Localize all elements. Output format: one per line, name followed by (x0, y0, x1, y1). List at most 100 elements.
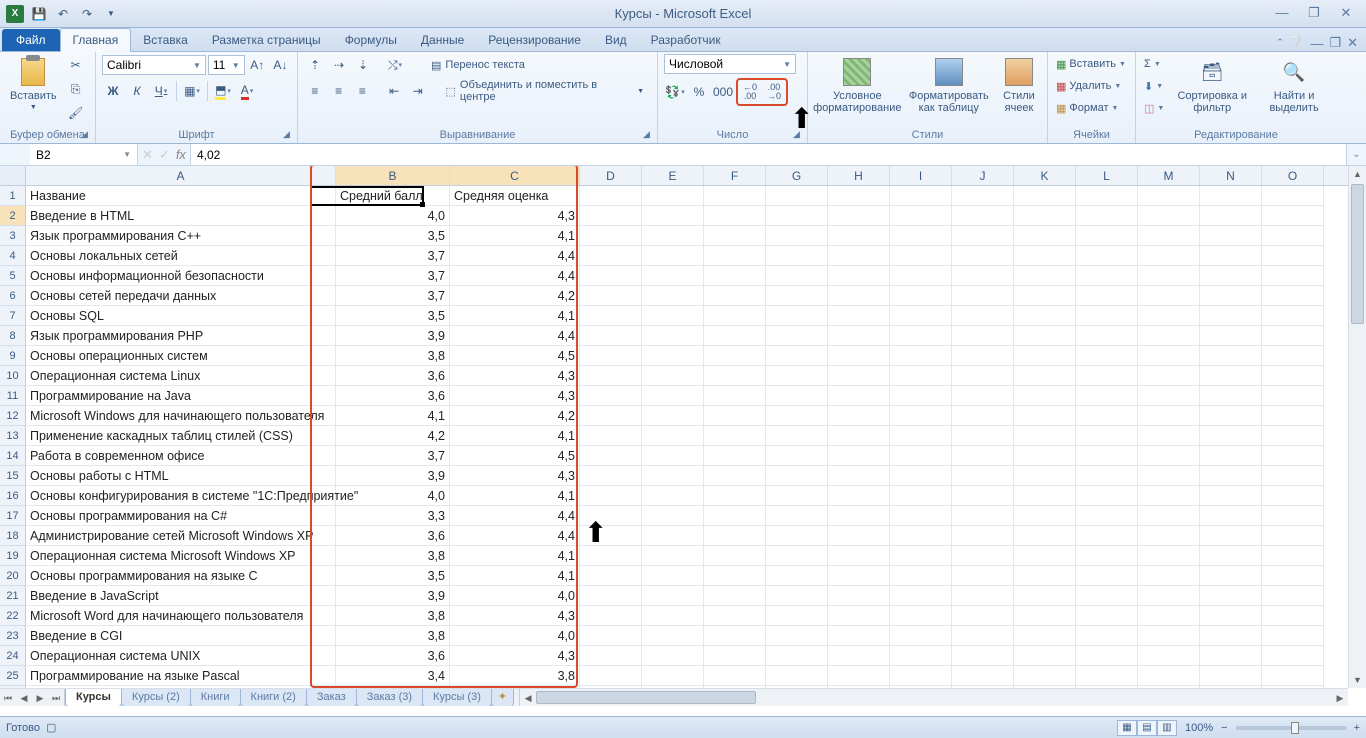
cell[interactable] (828, 326, 890, 346)
cell[interactable] (766, 306, 828, 326)
cell[interactable] (704, 286, 766, 306)
align-right-icon[interactable]: ≡ (351, 80, 373, 102)
cell[interactable] (642, 646, 704, 666)
cell[interactable] (1014, 626, 1076, 646)
cell[interactable] (828, 626, 890, 646)
zoom-out-icon[interactable]: − (1221, 722, 1227, 734)
column-headers[interactable]: ABCDEFGHIJKLMNO (26, 166, 1348, 186)
cell[interactable]: Основы операционных систем (26, 346, 336, 366)
cell[interactable] (890, 586, 952, 606)
cell[interactable]: 4,4 (450, 266, 580, 286)
row-header-20[interactable]: 20 (0, 566, 25, 586)
clear-button[interactable]: ◫▼ (1142, 98, 1166, 118)
cell[interactable] (1200, 186, 1262, 206)
cell[interactable]: 3,6 (336, 366, 450, 386)
cell[interactable]: Операционная система Linux (26, 366, 336, 386)
column-header-C[interactable]: C (450, 166, 580, 185)
cell[interactable] (766, 646, 828, 666)
cell[interactable] (766, 406, 828, 426)
scroll-up-icon[interactable]: ▲ (1349, 166, 1366, 182)
cell[interactable] (952, 606, 1014, 626)
cell[interactable] (828, 466, 890, 486)
tab-review[interactable]: Рецензирование (476, 29, 593, 51)
cell[interactable]: 3,4 (336, 666, 450, 686)
insert-cells-button[interactable]: ▦Вставить▼ (1054, 54, 1128, 74)
cell[interactable] (1014, 566, 1076, 586)
cell[interactable] (890, 286, 952, 306)
cell[interactable] (1138, 586, 1200, 606)
cell[interactable] (1076, 646, 1138, 666)
hscroll-thumb[interactable] (536, 691, 756, 704)
row-header-5[interactable]: 5 (0, 266, 25, 286)
cell[interactable] (704, 526, 766, 546)
cell[interactable] (1200, 386, 1262, 406)
cell[interactable] (1138, 286, 1200, 306)
column-header-F[interactable]: F (704, 166, 766, 185)
table-row[interactable]: Операционная система Linux3,64,3 (26, 366, 1348, 386)
cell[interactable]: 3,5 (336, 306, 450, 326)
cell[interactable] (704, 206, 766, 226)
cell[interactable] (1200, 566, 1262, 586)
cell[interactable] (1076, 406, 1138, 426)
cell[interactable] (580, 286, 642, 306)
cell[interactable] (1262, 246, 1324, 266)
column-header-G[interactable]: G (766, 166, 828, 185)
cell[interactable] (1262, 606, 1324, 626)
row-header-8[interactable]: 8 (0, 326, 25, 346)
worksheet-grid[interactable]: ABCDEFGHIJKLMNO 123456789101112131415161… (0, 166, 1366, 706)
cell[interactable] (1262, 546, 1324, 566)
cell[interactable] (1200, 486, 1262, 506)
cell[interactable]: Введение в CGI (26, 626, 336, 646)
copy-icon[interactable]: ⎘ (65, 78, 87, 100)
tab-insert[interactable]: Вставка (131, 29, 200, 51)
cell[interactable] (766, 346, 828, 366)
row-header-24[interactable]: 24 (0, 646, 25, 666)
cancel-formula-icon[interactable]: ✕ (142, 147, 153, 163)
expand-formula-bar-icon[interactable]: ⌄ (1346, 144, 1366, 165)
cell[interactable] (890, 246, 952, 266)
cell[interactable] (580, 666, 642, 686)
cell[interactable] (766, 426, 828, 446)
cell[interactable] (1138, 306, 1200, 326)
cell[interactable] (580, 626, 642, 646)
scroll-left-icon[interactable]: ◀ (520, 689, 536, 706)
percent-icon[interactable]: % (688, 81, 710, 103)
cell[interactable]: 4,5 (450, 446, 580, 466)
cell[interactable] (704, 646, 766, 666)
cell[interactable]: Основы локальных сетей (26, 246, 336, 266)
cell[interactable] (890, 186, 952, 206)
cell[interactable] (890, 266, 952, 286)
cell[interactable]: 4,3 (450, 606, 580, 626)
cell[interactable] (1076, 666, 1138, 686)
cell[interactable] (828, 446, 890, 466)
cell[interactable] (642, 586, 704, 606)
cell[interactable] (1200, 626, 1262, 646)
cell[interactable] (1200, 506, 1262, 526)
cell[interactable]: 3,3 (336, 506, 450, 526)
number-launcher-icon[interactable]: ◢ (793, 129, 805, 141)
row-header-12[interactable]: 12 (0, 406, 25, 426)
accounting-format-icon[interactable]: 💱 (664, 81, 686, 103)
cell[interactable] (1262, 346, 1324, 366)
cell[interactable] (890, 486, 952, 506)
cell[interactable] (580, 366, 642, 386)
cell[interactable] (890, 546, 952, 566)
cell[interactable]: 3,9 (336, 326, 450, 346)
cell[interactable] (1014, 206, 1076, 226)
cell[interactable] (890, 466, 952, 486)
tab-data[interactable]: Данные (409, 29, 476, 51)
cell[interactable] (1076, 246, 1138, 266)
cell[interactable]: 3,7 (336, 286, 450, 306)
cell[interactable] (890, 366, 952, 386)
cell[interactable] (1076, 186, 1138, 206)
cell[interactable] (766, 526, 828, 546)
cell[interactable] (1014, 446, 1076, 466)
tab-formulas[interactable]: Формулы (333, 29, 409, 51)
cell[interactable] (642, 266, 704, 286)
cell[interactable] (1262, 366, 1324, 386)
cell[interactable] (952, 406, 1014, 426)
row-header-16[interactable]: 16 (0, 486, 25, 506)
zoom-slider[interactable] (1236, 726, 1346, 730)
cell[interactable] (580, 266, 642, 286)
cell[interactable] (1200, 586, 1262, 606)
